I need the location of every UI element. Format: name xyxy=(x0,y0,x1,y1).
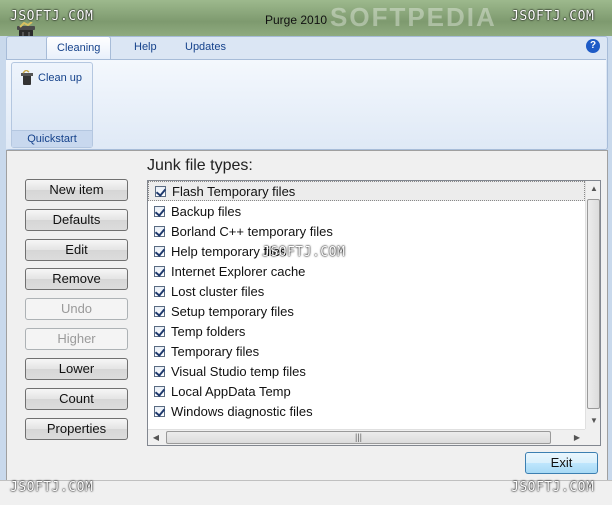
list-title: Junk file types: xyxy=(147,157,253,174)
higher-button[interactable]: Higher xyxy=(25,328,128,350)
checkbox[interactable] xyxy=(154,385,165,397)
list-item[interactable]: Borland C++ temporary files xyxy=(148,221,585,241)
vertical-scrollbar[interactable]: ▲ ▼ xyxy=(585,181,600,429)
watermark-top-right: JSOFTJ.COM xyxy=(511,9,595,24)
list-item[interactable]: Visual Studio temp files xyxy=(148,361,585,381)
list-item[interactable]: Temporary files xyxy=(148,341,585,361)
checkbox[interactable] xyxy=(154,245,165,257)
scrollbar-corner xyxy=(585,429,600,445)
tab-help[interactable]: Help xyxy=(124,36,167,58)
clean-up-label: Clean up xyxy=(38,72,83,84)
watermark-bottom-left: JSOFTJ.COM xyxy=(10,480,94,495)
tab-cleaning[interactable]: Cleaning xyxy=(46,36,112,59)
watermark-top-left: JSOFTJ.COM xyxy=(10,9,94,24)
scroll-left-icon[interactable]: ◀ xyxy=(148,430,164,445)
checkbox[interactable] xyxy=(155,185,166,197)
checkbox[interactable] xyxy=(154,205,165,217)
list-item[interactable]: Backup files xyxy=(148,201,585,221)
horizontal-scroll-thumb[interactable]: ||| xyxy=(166,431,551,444)
scroll-down-icon[interactable]: ▼ xyxy=(586,413,600,429)
help-icon[interactable]: ? xyxy=(586,39,600,53)
app-window: SOFTPEDIA Purge 2010 Cleaning Help Updat… xyxy=(0,0,612,505)
clean-up-button[interactable]: Clean up xyxy=(20,67,82,89)
exit-button[interactable]: Exit xyxy=(525,452,598,474)
properties-button[interactable]: Properties xyxy=(25,418,128,440)
list-item[interactable]: Temp folders xyxy=(148,321,585,341)
lower-button[interactable]: Lower xyxy=(25,358,128,380)
checkbox[interactable] xyxy=(154,345,165,357)
list-item[interactable]: Lost cluster files xyxy=(148,281,585,301)
count-button[interactable]: Count xyxy=(25,388,128,410)
checkbox[interactable] xyxy=(154,405,165,417)
junk-file-types-list[interactable]: Flash Temporary files Backup files Borla… xyxy=(147,180,601,446)
list-item[interactable]: Flash Temporary files xyxy=(148,181,585,201)
background-watermark: SOFTPEDIA xyxy=(330,2,497,32)
list-item[interactable]: Windows diagnostic files xyxy=(148,401,585,421)
quickstart-group: Clean up Quickstart xyxy=(11,62,93,148)
checkbox[interactable] xyxy=(154,325,165,337)
scroll-right-icon[interactable]: ▶ xyxy=(569,430,585,445)
checkbox[interactable] xyxy=(154,225,165,237)
tab-updates[interactable]: Updates xyxy=(175,36,236,58)
edit-button[interactable]: Edit xyxy=(25,239,128,261)
watermark-center: JSOFTJ.COM xyxy=(262,245,346,260)
remove-button[interactable]: Remove xyxy=(25,268,128,290)
checkbox[interactable] xyxy=(154,265,165,277)
group-label: Quickstart xyxy=(12,130,92,147)
vertical-scroll-thumb[interactable] xyxy=(587,199,600,409)
scroll-up-icon[interactable]: ▲ xyxy=(586,181,600,197)
checkbox[interactable] xyxy=(154,365,165,377)
trash-can-icon xyxy=(21,70,33,85)
window-title: Purge 2010 xyxy=(265,13,328,27)
horizontal-scrollbar[interactable]: ◀ ||| ▶ xyxy=(148,429,585,445)
defaults-button[interactable]: Defaults xyxy=(25,209,128,231)
list-item[interactable]: Local AppData Temp xyxy=(148,381,585,401)
list-item[interactable]: Internet Explorer cache xyxy=(148,261,585,281)
checkbox[interactable] xyxy=(154,305,165,317)
ribbon-panel xyxy=(6,59,606,149)
new-item-button[interactable]: New item xyxy=(25,179,128,201)
watermark-bottom-right: JSOFTJ.COM xyxy=(511,480,595,495)
undo-button[interactable]: Undo xyxy=(25,298,128,320)
list-item[interactable]: Setup temporary files xyxy=(148,301,585,321)
checkbox[interactable] xyxy=(154,285,165,297)
list-item[interactable]: Help temporary files xyxy=(148,241,585,261)
